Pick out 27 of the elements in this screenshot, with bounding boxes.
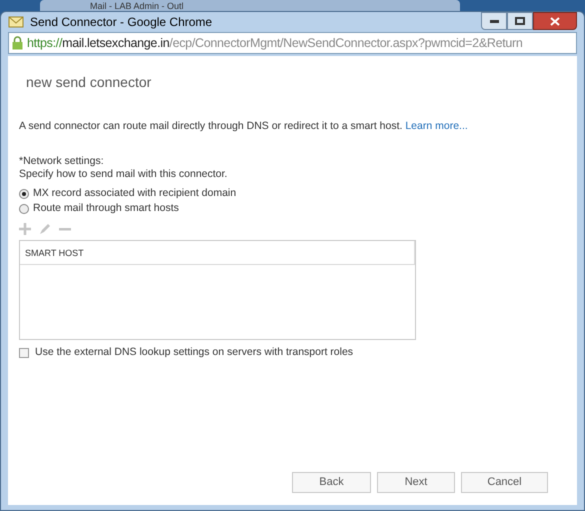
url-text: https://mail.letsexchange.in/ecp/ConnectorMgmt/NewSendConnector.aspx?pwmcid=2&Return [27, 34, 523, 52]
close-button[interactable] [533, 12, 577, 30]
minimize-button[interactable] [481, 12, 507, 30]
page-heading: new send connector [26, 73, 152, 92]
network-settings-label: *Network settings: [19, 155, 105, 168]
close-icon [550, 16, 560, 26]
window-title: Send Connector - Google Chrome [30, 14, 212, 31]
learn-more-link[interactable]: Learn more... [405, 120, 468, 132]
column-header[interactable]: SMART HOST [20, 241, 415, 264]
radio-button[interactable] [19, 188, 29, 198]
wizard-button[interactable]: Back [292, 472, 371, 493]
radio-button[interactable] [19, 204, 29, 214]
maximize-icon [515, 17, 525, 25]
minimize-icon [490, 20, 498, 22]
checkbox-label: Use the external DNS lookup settings on servers with transport roles [35, 345, 354, 360]
envelope-icon [8, 15, 24, 29]
background-tab[interactable]: Mail - LAB Admin - Outl [40, 0, 460, 12]
radio-label: MX record associated with recipient domain [33, 187, 236, 200]
address-bar[interactable]: https://mail.letsexchange.in/ecp/ConnectorMgmt/NewSendConnector.aspx?pwmcid=2&Return [8, 32, 577, 54]
wizard-button[interactable]: Next [377, 472, 455, 493]
description-text: A send connector can route mail directly through DNS or redirect it to a smart host. Learn more... [19, 120, 469, 133]
maximize-button[interactable] [507, 12, 533, 30]
wizard-button[interactable]: Cancel [461, 472, 548, 493]
network-settings-hint: Specify how to send mail with this connector. [19, 168, 228, 181]
padlock-icon [12, 36, 23, 50]
checkbox[interactable] [19, 348, 29, 358]
radio-label: Route mail through smart hosts [33, 202, 179, 215]
